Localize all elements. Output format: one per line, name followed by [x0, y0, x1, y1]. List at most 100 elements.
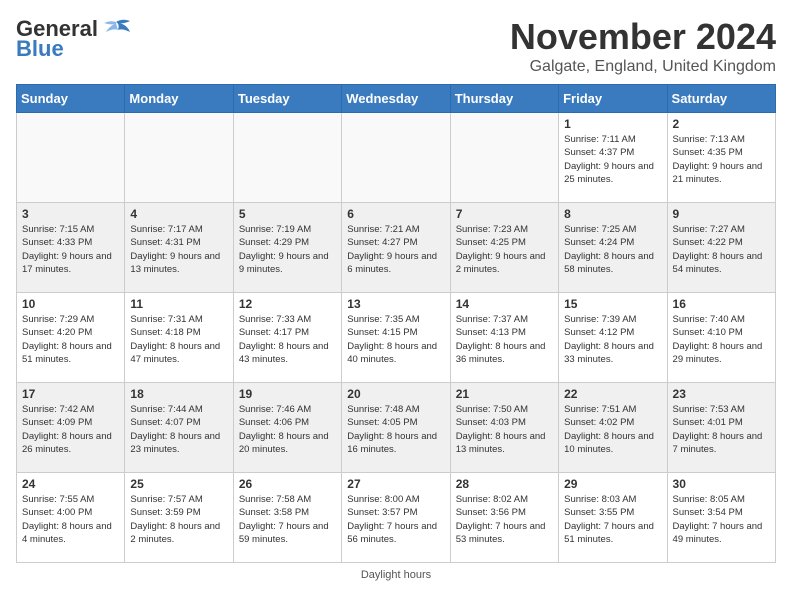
- calendar-week-4: 17 Sunrise: 7:42 AM Sunset: 4:09 PM Dayli…: [17, 383, 776, 473]
- calendar-table: SundayMondayTuesdayWednesdayThursdayFrid…: [16, 84, 776, 563]
- day-info: Sunrise: 7:58 AM Sunset: 3:58 PM Dayligh…: [239, 493, 336, 546]
- day-info: Sunrise: 7:21 AM Sunset: 4:27 PM Dayligh…: [347, 223, 444, 276]
- day-number: 18: [130, 387, 227, 401]
- page-header: General Blue November 2024 Galgate, Engl…: [16, 16, 776, 76]
- day-info: Sunrise: 7:42 AM Sunset: 4:09 PM Dayligh…: [22, 403, 119, 456]
- day-number: 27: [347, 477, 444, 491]
- day-number: 25: [130, 477, 227, 491]
- day-info: Sunrise: 7:44 AM Sunset: 4:07 PM Dayligh…: [130, 403, 227, 456]
- logo-bird-icon: [100, 18, 132, 40]
- calendar-day: [17, 113, 125, 203]
- calendar-day: 18 Sunrise: 7:44 AM Sunset: 4:07 PM Dayli…: [125, 383, 233, 473]
- day-info: Sunrise: 7:17 AM Sunset: 4:31 PM Dayligh…: [130, 223, 227, 276]
- calendar-day: 24 Sunrise: 7:55 AM Sunset: 4:00 PM Dayli…: [17, 473, 125, 563]
- location: Galgate, England, United Kingdom: [510, 58, 776, 76]
- weekday-header-friday: Friday: [559, 85, 667, 113]
- day-number: 19: [239, 387, 336, 401]
- day-info: Sunrise: 7:11 AM Sunset: 4:37 PM Dayligh…: [564, 133, 661, 186]
- calendar-day: 22Sunrise: 7:51 AM Sunset: 4:02 PM Dayli…: [559, 383, 667, 473]
- day-number: 12: [239, 297, 336, 311]
- day-number: 23: [673, 387, 770, 401]
- weekday-header-saturday: Saturday: [667, 85, 775, 113]
- calendar-day: 19 Sunrise: 7:46 AM Sunset: 4:06 PM Dayli…: [233, 383, 341, 473]
- calendar-day: 2Sunrise: 7:13 AM Sunset: 4:35 PM Daylig…: [667, 113, 775, 203]
- day-info: Sunrise: 7:25 AM Sunset: 4:24 PM Dayligh…: [564, 223, 661, 276]
- day-number: 26: [239, 477, 336, 491]
- calendar-day: [450, 113, 558, 203]
- day-info: Sunrise: 7:46 AM Sunset: 4:06 PM Dayligh…: [239, 403, 336, 456]
- calendar-day: 4Sunrise: 7:17 AM Sunset: 4:31 PM Daylig…: [125, 203, 233, 293]
- day-info: Sunrise: 7:39 AM Sunset: 4:12 PM Dayligh…: [564, 313, 661, 366]
- footer-note: Daylight hours: [16, 569, 776, 581]
- calendar-day: 17 Sunrise: 7:42 AM Sunset: 4:09 PM Dayli…: [17, 383, 125, 473]
- day-info: Sunrise: 7:29 AM Sunset: 4:20 PM Dayligh…: [22, 313, 119, 366]
- calendar-day: [342, 113, 450, 203]
- day-number: 11: [130, 297, 227, 311]
- calendar-day: 12Sunrise: 7:33 AM Sunset: 4:17 PM Dayli…: [233, 293, 341, 383]
- calendar-day: 10 Sunrise: 7:29 AM Sunset: 4:20 PM Dayli…: [17, 293, 125, 383]
- calendar-day: [125, 113, 233, 203]
- day-number: 20: [347, 387, 444, 401]
- day-number: 9: [673, 207, 770, 221]
- weekday-header-sunday: Sunday: [17, 85, 125, 113]
- day-number: 30: [673, 477, 770, 491]
- day-info: Sunrise: 8:05 AM Sunset: 3:54 PM Dayligh…: [673, 493, 770, 546]
- calendar-day: 1 Sunrise: 7:11 AM Sunset: 4:37 PM Daylig…: [559, 113, 667, 203]
- weekday-header-monday: Monday: [125, 85, 233, 113]
- day-number: 15: [564, 297, 661, 311]
- calendar-day: 25 Sunrise: 7:57 AM Sunset: 3:59 PM Dayli…: [125, 473, 233, 563]
- calendar-day: [233, 113, 341, 203]
- calendar-day: 14 Sunrise: 7:37 AM Sunset: 4:13 PM Dayli…: [450, 293, 558, 383]
- calendar-day: 13 Sunrise: 7:35 AM Sunset: 4:15 PM Dayli…: [342, 293, 450, 383]
- day-number: 2: [673, 117, 770, 131]
- calendar-day: 7Sunrise: 7:23 AM Sunset: 4:25 PM Daylig…: [450, 203, 558, 293]
- weekday-header-tuesday: Tuesday: [233, 85, 341, 113]
- day-number: 3: [22, 207, 119, 221]
- day-info: Sunrise: 7:31 AM Sunset: 4:18 PM Dayligh…: [130, 313, 227, 366]
- day-number: 8: [564, 207, 661, 221]
- calendar-day: 11 Sunrise: 7:31 AM Sunset: 4:18 PM Dayli…: [125, 293, 233, 383]
- calendar-week-2: 3Sunrise: 7:15 AM Sunset: 4:33 PM Daylig…: [17, 203, 776, 293]
- day-number: 13: [347, 297, 444, 311]
- day-info: Sunrise: 7:51 AM Sunset: 4:02 PM Dayligh…: [564, 403, 661, 456]
- month-title: November 2024: [510, 16, 776, 58]
- calendar-day: 21Sunrise: 7:50 AM Sunset: 4:03 PM Dayli…: [450, 383, 558, 473]
- calendar-day: 6 Sunrise: 7:21 AM Sunset: 4:27 PM Daylig…: [342, 203, 450, 293]
- calendar-day: 26 Sunrise: 7:58 AM Sunset: 3:58 PM Dayli…: [233, 473, 341, 563]
- calendar-day: 20Sunrise: 7:48 AM Sunset: 4:05 PM Dayli…: [342, 383, 450, 473]
- day-info: Sunrise: 7:37 AM Sunset: 4:13 PM Dayligh…: [456, 313, 553, 366]
- title-area: November 2024 Galgate, England, United K…: [510, 16, 776, 76]
- weekday-header-thursday: Thursday: [450, 85, 558, 113]
- logo-blue-text: Blue: [16, 36, 64, 62]
- calendar-day: 16Sunrise: 7:40 AM Sunset: 4:10 PM Dayli…: [667, 293, 775, 383]
- day-number: 7: [456, 207, 553, 221]
- calendar-day: 3Sunrise: 7:15 AM Sunset: 4:33 PM Daylig…: [17, 203, 125, 293]
- day-number: 6: [347, 207, 444, 221]
- calendar-day: 9 Sunrise: 7:27 AM Sunset: 4:22 PM Daylig…: [667, 203, 775, 293]
- day-info: Sunrise: 7:35 AM Sunset: 4:15 PM Dayligh…: [347, 313, 444, 366]
- calendar-week-1: 1 Sunrise: 7:11 AM Sunset: 4:37 PM Daylig…: [17, 113, 776, 203]
- day-number: 5: [239, 207, 336, 221]
- day-number: 17: [22, 387, 119, 401]
- calendar-week-5: 24 Sunrise: 7:55 AM Sunset: 4:00 PM Dayli…: [17, 473, 776, 563]
- day-info: Sunrise: 8:03 AM Sunset: 3:55 PM Dayligh…: [564, 493, 661, 546]
- weekday-header-wednesday: Wednesday: [342, 85, 450, 113]
- day-number: 24: [22, 477, 119, 491]
- day-number: 10: [22, 297, 119, 311]
- day-info: Sunrise: 7:57 AM Sunset: 3:59 PM Dayligh…: [130, 493, 227, 546]
- calendar-day: 5Sunrise: 7:19 AM Sunset: 4:29 PM Daylig…: [233, 203, 341, 293]
- calendar-body: 1 Sunrise: 7:11 AM Sunset: 4:37 PM Daylig…: [17, 113, 776, 563]
- calendar-week-3: 10 Sunrise: 7:29 AM Sunset: 4:20 PM Dayli…: [17, 293, 776, 383]
- day-number: 28: [456, 477, 553, 491]
- day-info: Sunrise: 8:02 AM Sunset: 3:56 PM Dayligh…: [456, 493, 553, 546]
- day-number: 14: [456, 297, 553, 311]
- day-info: Sunrise: 7:53 AM Sunset: 4:01 PM Dayligh…: [673, 403, 770, 456]
- day-number: 29: [564, 477, 661, 491]
- day-number: 1: [564, 117, 661, 131]
- day-info: Sunrise: 7:50 AM Sunset: 4:03 PM Dayligh…: [456, 403, 553, 456]
- logo: General Blue: [16, 16, 132, 62]
- day-number: 16: [673, 297, 770, 311]
- calendar-day: 28 Sunrise: 8:02 AM Sunset: 3:56 PM Dayli…: [450, 473, 558, 563]
- day-info: Sunrise: 7:27 AM Sunset: 4:22 PM Dayligh…: [673, 223, 770, 276]
- day-info: Sunrise: 7:55 AM Sunset: 4:00 PM Dayligh…: [22, 493, 119, 546]
